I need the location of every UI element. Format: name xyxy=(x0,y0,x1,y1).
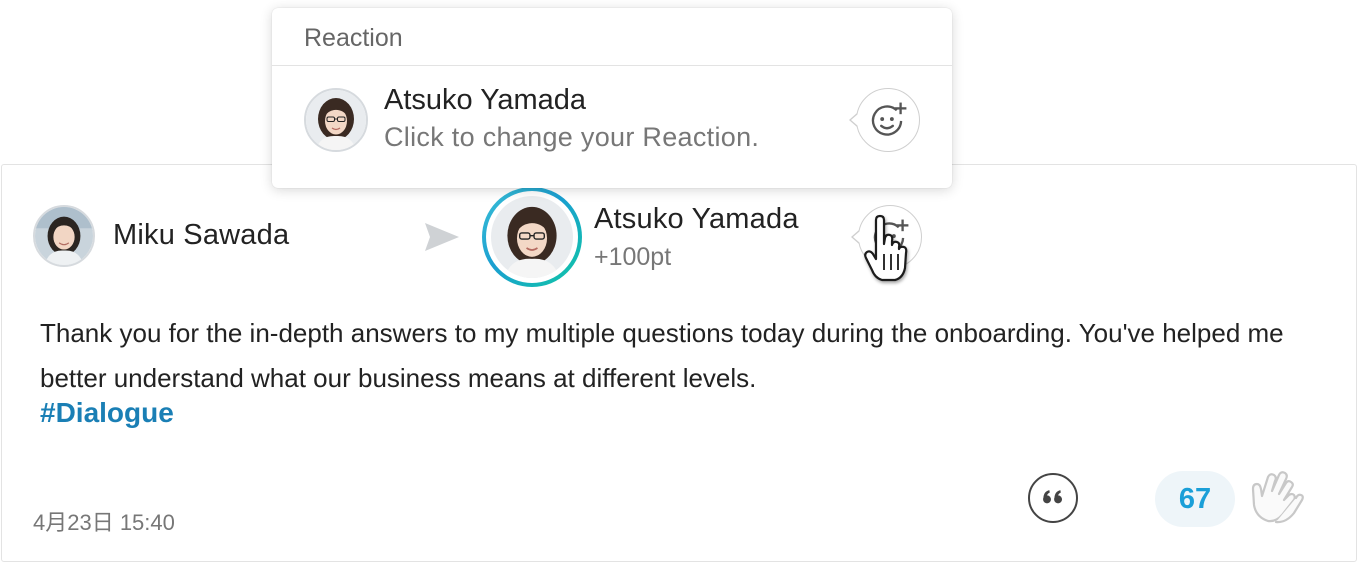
clap-count-badge[interactable]: 67 xyxy=(1155,471,1235,527)
popover-header: Reaction xyxy=(272,8,952,66)
hand-pointer-icon xyxy=(864,214,908,282)
popover-hint: Click to change your Reaction. xyxy=(384,122,760,152)
clapping-hands-icon[interactable] xyxy=(1246,467,1306,525)
post-message: Thank you for the in-depth answers to my… xyxy=(40,318,1284,393)
change-reaction-button[interactable] xyxy=(849,88,920,152)
recipient-name[interactable]: Atsuko Yamada xyxy=(594,203,799,236)
post-timestamp: 4月23日 15:40 xyxy=(33,510,175,535)
hashtag-link[interactable]: #Dialogue xyxy=(40,397,174,429)
sender-name[interactable]: Miku Sawada xyxy=(113,219,289,252)
popover-title: Reaction xyxy=(304,24,403,52)
stage: Miku Sawada Atsuko Yamada +100pt Thank y… xyxy=(0,0,1360,564)
add-emoji-icon xyxy=(871,102,907,136)
sender-avatar[interactable] xyxy=(33,205,95,267)
quote-button[interactable] xyxy=(1028,473,1078,523)
popover-user-name[interactable]: Atsuko Yamada xyxy=(384,84,586,117)
recipient-avatar[interactable] xyxy=(491,196,573,278)
recipient-points: +100pt xyxy=(594,243,672,271)
paper-plane-icon xyxy=(425,223,459,251)
popover-user-avatar[interactable] xyxy=(304,88,368,152)
post-card: Miku Sawada Atsuko Yamada +100pt Thank y… xyxy=(1,164,1357,562)
reaction-popover: Reaction Atsuko Yamada Click to change y… xyxy=(272,8,952,188)
quote-icon xyxy=(1043,490,1063,504)
